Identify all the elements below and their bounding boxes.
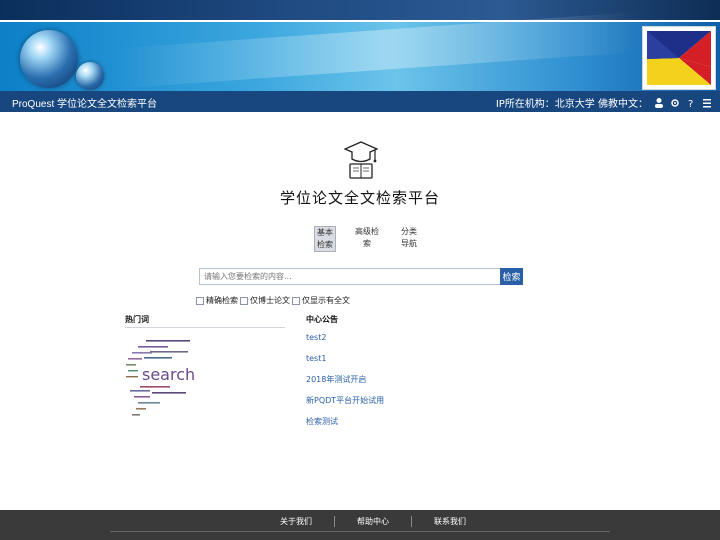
- banner-light-streak: [120, 11, 640, 89]
- notice-list: test2 test1 2018年测试开启 新PQDT平台开始试用 检索测试: [306, 332, 384, 437]
- hot-words-heading: 热门词: [125, 314, 285, 328]
- option-phd-label: 仅博士论文: [250, 296, 290, 305]
- phd-checkbox[interactable]: [240, 296, 248, 305]
- fulltext-checkbox[interactable]: [292, 296, 300, 305]
- nav-bar: ProQuest 学位论文全文检索平台 IP所在机构：北京大学 佛教中文： ?: [0, 91, 720, 112]
- search-tabs: 基本检索 高级检索 分类导航: [314, 226, 420, 252]
- site-title: 学位论文全文检索平台: [279, 189, 440, 207]
- graduate-cap-icon: [344, 141, 378, 179]
- word-cloud[interactable]: search: [124, 330, 196, 426]
- settings-icon[interactable]: [670, 97, 680, 109]
- help-icon[interactable]: ?: [686, 97, 696, 109]
- svg-text:?: ?: [688, 99, 693, 109]
- institution-logo-icon: [647, 31, 711, 85]
- institution-logo: [642, 26, 716, 90]
- platform-title: ProQuest 学位论文全文检索平台: [12, 99, 158, 110]
- option-fulltext-label: 仅显示有全文: [302, 296, 350, 305]
- notice-item[interactable]: 2018年测试开启: [306, 374, 384, 395]
- option-phd-only[interactable]: 仅博士论文: [240, 295, 290, 306]
- small-globe-icon: [76, 62, 104, 90]
- notice-item[interactable]: 新PQDT平台开始试用: [306, 395, 384, 416]
- banner: [0, 11, 720, 91]
- tab-advanced-search[interactable]: 高级检索: [352, 226, 382, 252]
- footer-link-contact[interactable]: 联系我们: [434, 516, 466, 527]
- search-input[interactable]: [199, 268, 500, 285]
- globe-logo-icon: [20, 30, 78, 88]
- notice-item[interactable]: 检索测试: [306, 416, 384, 437]
- footer-links: 关于我们 帮助中心 联系我们: [280, 516, 466, 527]
- search-button[interactable]: 检索: [500, 268, 523, 285]
- nav-right: IP所在机构：北京大学 佛教中文： ?: [496, 95, 712, 110]
- footer: 关于我们 帮助中心 联系我们: [0, 510, 720, 540]
- option-exact[interactable]: 精确检索: [196, 295, 238, 306]
- exact-checkbox[interactable]: [196, 296, 204, 305]
- footer-divider: [411, 516, 412, 527]
- notice-heading: 中心公告: [306, 315, 338, 324]
- menu-icon[interactable]: [702, 97, 712, 109]
- wordcloud-main-word: search: [142, 365, 195, 384]
- notice-item[interactable]: test1: [306, 353, 384, 374]
- search-bar: 检索: [199, 268, 523, 285]
- search-options: 精确检索 仅博士论文 仅显示有全文: [196, 295, 352, 306]
- footer-link-about[interactable]: 关于我们: [280, 516, 312, 527]
- footer-link-help[interactable]: 帮助中心: [357, 516, 389, 527]
- footer-divider: [334, 516, 335, 527]
- page: ProQuest 学位论文全文检索平台 IP所在机构：北京大学 佛教中文： ?: [0, 0, 720, 540]
- tab-category-nav[interactable]: 分类导航: [398, 226, 420, 252]
- user-icon[interactable]: [654, 97, 664, 109]
- footer-line: [110, 531, 610, 532]
- tab-basic-search[interactable]: 基本检索: [314, 226, 336, 252]
- option-fulltext[interactable]: 仅显示有全文: [292, 295, 350, 306]
- notice-item[interactable]: test2: [306, 332, 384, 353]
- option-exact-label: 精确检索: [206, 296, 238, 305]
- user-info: IP所在机构：北京大学 佛教中文：: [495, 99, 648, 110]
